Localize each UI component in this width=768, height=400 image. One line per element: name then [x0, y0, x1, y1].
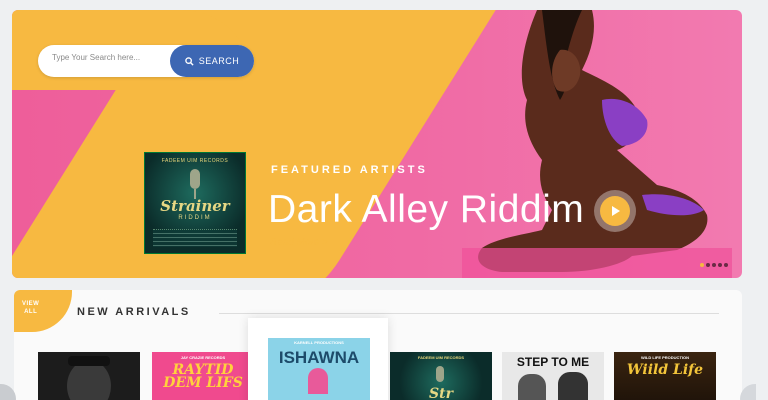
cover-tracklist [153, 229, 237, 247]
album-label: WILD LIFE PRODUCTION [641, 355, 689, 360]
album-card[interactable] [38, 352, 140, 400]
featured-title[interactable]: Dark Alley Riddim [268, 188, 584, 232]
view-all-button[interactable]: VIEW ALL [14, 290, 72, 332]
album-label: FADEEM UIM RECORDS [417, 355, 465, 360]
album-card[interactable]: STEP TO ME [502, 352, 604, 400]
section-title: NEW ARRIVALS [77, 306, 191, 318]
album-title: STEP TO ME [516, 355, 590, 369]
carousel-dot[interactable] [712, 263, 716, 267]
search-button-label: SEARCH [198, 56, 240, 66]
album-title: Wiild Life [626, 362, 704, 378]
album-figure [518, 374, 546, 400]
microphone-icon [190, 169, 200, 189]
album-title: Str [429, 386, 453, 400]
hero-banner: SEARCH FADEEM UIM RECORDS Strainer RIDDI… [12, 10, 742, 278]
album-art [38, 352, 140, 400]
album-card[interactable]: WILD LIFE PRODUCTION Wiild Life [614, 352, 716, 400]
search-button[interactable]: SEARCH [170, 45, 254, 77]
cover-title: Strainer [160, 197, 230, 215]
section-divider [219, 313, 719, 314]
play-icon [612, 206, 620, 216]
read-more-link[interactable]: Read More > [270, 237, 328, 248]
album-card[interactable]: KARNELL PRODUCTIONS ISHAWNA [248, 318, 388, 400]
album-figure [308, 368, 328, 394]
album-card[interactable]: JAY CRAZIE RECORDS RAYTID DEM LIFS [152, 352, 254, 400]
album-label: KARNELL PRODUCTIONS [294, 340, 344, 345]
album-label: JAY CRAZIE RECORDS [180, 355, 226, 360]
cover-subtitle: RIDDIM [178, 215, 212, 221]
carousel-dot[interactable] [700, 263, 704, 267]
album-figure [558, 372, 588, 400]
album-card[interactable]: FADEEM UIM RECORDS Str [390, 352, 492, 400]
play-button[interactable] [594, 190, 636, 232]
featured-album-cover[interactable]: FADEEM UIM RECORDS Strainer RIDDIM [144, 152, 246, 254]
search-bar: SEARCH [38, 45, 254, 77]
carousel-dot[interactable] [706, 263, 710, 267]
carousel-dot[interactable] [718, 263, 722, 267]
featured-artist-image [462, 10, 732, 278]
new-arrivals-section: VIEW ALL NEW ARRIVALS JAY CRAZIE RECORDS… [14, 290, 742, 400]
cover-label: FADEEM UIM RECORDS [161, 158, 229, 164]
featured-label: FEATURED ARTISTS [271, 164, 428, 176]
carousel-dot[interactable] [724, 263, 728, 267]
search-icon [184, 56, 194, 66]
search-input[interactable] [52, 53, 182, 62]
carousel-next-button[interactable] [740, 384, 756, 400]
album-title: RAYTID DEM LIFS [163, 362, 243, 391]
play-button-inner [600, 196, 630, 226]
microphone-icon [436, 366, 444, 382]
carousel-dots [700, 263, 728, 267]
album-title: ISHAWNA [278, 348, 360, 367]
view-all-label: VIEW ALL [22, 301, 40, 315]
